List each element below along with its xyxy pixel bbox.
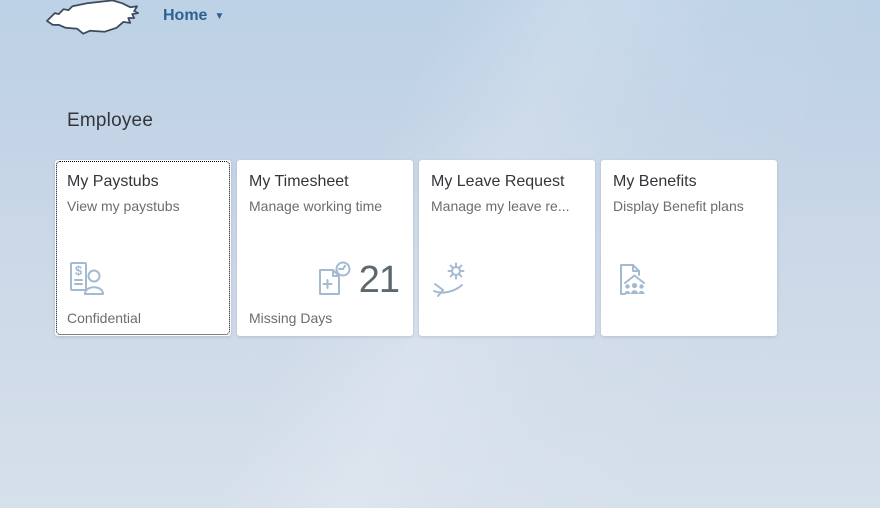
tile-title: My Paystubs — [67, 173, 159, 190]
tile-footer: Missing Days — [249, 310, 333, 326]
tile-my-benefits[interactable]: My Benefits Display Benefit plans — [601, 160, 777, 336]
tile-footer: Confidential — [67, 310, 141, 326]
tile-title: My Leave Request — [431, 173, 565, 190]
home-menu-label: Home — [163, 7, 208, 24]
kpi-value: 21 — [358, 259, 400, 301]
tile-my-timesheet[interactable]: My Timesheet Manage working time 21 Miss… — [237, 160, 413, 336]
tile-subtitle: Display Benefit plans — [613, 198, 744, 215]
tile-footer — [613, 310, 765, 326]
family-document-icon — [620, 264, 645, 295]
tile-my-paystubs[interactable]: My Paystubs View my paystubs $ Confident… — [55, 160, 231, 336]
tile-subtitle: Manage working time — [249, 198, 383, 215]
paystub-document-person-icon: $ — [70, 262, 104, 295]
tile-my-leave-request[interactable]: My Leave Request Manage my leave re... — [419, 160, 595, 336]
north-carolina-logo[interactable] — [44, 0, 142, 38]
tile-title: My Timesheet — [249, 173, 349, 190]
home-menu-button[interactable]: Home ▼ — [163, 7, 224, 25]
svg-text:$: $ — [75, 263, 83, 278]
tile-title: My Benefits — [613, 173, 697, 190]
tile-subtitle: View my paystubs — [67, 198, 180, 215]
tile-group-employee: My Paystubs View my paystubs $ Confident… — [55, 160, 777, 336]
chevron-down-icon: ▼ — [214, 11, 225, 22]
tile-footer — [431, 310, 583, 326]
add-document-clock-icon — [318, 261, 351, 295]
tile-subtitle: Manage my leave re... — [431, 198, 570, 215]
section-title-employee: Employee — [67, 110, 154, 131]
sun-lounger-vacation-icon — [433, 262, 465, 297]
top-navigation-bar: Home ▼ — [0, 0, 880, 40]
